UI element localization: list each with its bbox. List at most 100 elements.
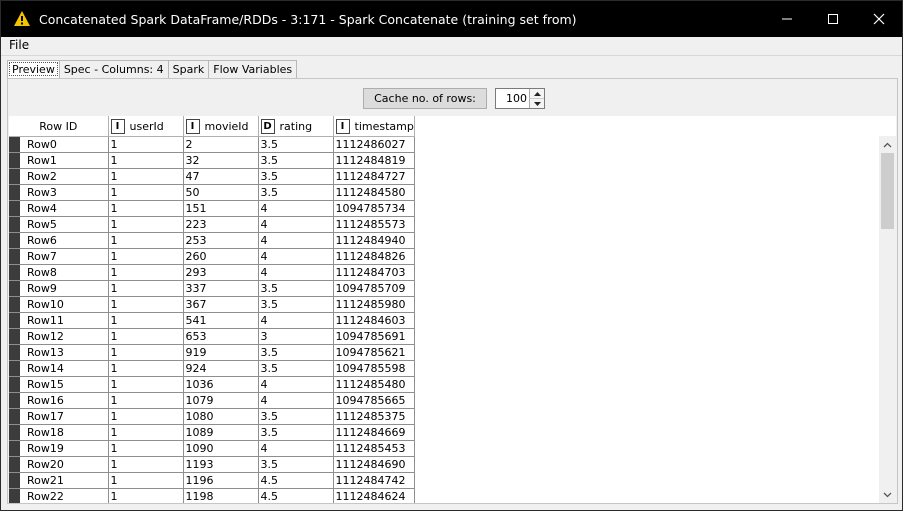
movieid-cell[interactable]: 653 [183,328,259,345]
movieid-cell[interactable]: 293 [183,264,259,281]
userid-cell[interactable]: 1 [108,232,184,249]
rating-cell[interactable]: 3.5 [258,408,334,425]
movieid-cell[interactable]: 253 [183,232,259,249]
table-row[interactable]: Row9 1 337 3.5 1094785709 [9,280,415,297]
movieid-cell[interactable]: 1036 [183,376,259,393]
column-header-rowid[interactable]: Row ID [9,116,109,137]
movieid-cell[interactable]: 1079 [183,392,259,409]
movieid-cell[interactable]: 1080 [183,408,259,425]
rating-cell[interactable]: 3.5 [258,168,334,185]
userid-cell[interactable]: 1 [108,280,184,297]
userid-cell[interactable]: 1 [108,456,184,473]
row-id-cell[interactable]: Row18 [9,424,109,441]
timestamp-cell[interactable]: 1112485375 [333,408,415,425]
movieid-cell[interactable]: 1089 [183,424,259,441]
row-id-cell[interactable]: Row10 [9,296,109,313]
movieid-cell[interactable]: 337 [183,280,259,297]
rating-cell[interactable]: 3 [258,328,334,345]
movieid-cell[interactable]: 260 [183,248,259,265]
minimize-button[interactable] [764,1,810,37]
table-row[interactable]: Row8 1 293 4 1112484703 [9,264,415,281]
timestamp-cell[interactable]: 1094785665 [333,392,415,409]
table-row[interactable]: Row1 1 32 3.5 1112484819 [9,152,415,169]
timestamp-cell[interactable]: 1094785734 [333,200,415,217]
spinner-down-button[interactable] [529,99,544,108]
column-header-timestamp[interactable]: Itimestamp [333,116,415,137]
userid-cell[interactable]: 1 [108,472,184,489]
timestamp-cell[interactable]: 1112485480 [333,376,415,393]
row-id-cell[interactable]: Row1 [9,152,109,169]
row-id-cell[interactable]: Row0 [9,136,109,153]
column-header-movieid[interactable]: ImovieId [183,116,259,137]
rating-cell[interactable]: 3.5 [258,152,334,169]
row-id-cell[interactable]: Row19 [9,440,109,457]
timestamp-cell[interactable]: 1112484624 [333,488,415,503]
userid-cell[interactable]: 1 [108,408,184,425]
timestamp-cell[interactable]: 1112486027 [333,136,415,153]
table-row[interactable]: Row10 1 367 3.5 1112485980 [9,296,415,313]
timestamp-cell[interactable]: 1112484742 [333,472,415,489]
rating-cell[interactable]: 3.5 [258,136,334,153]
userid-cell[interactable]: 1 [108,424,184,441]
userid-cell[interactable]: 1 [108,136,184,153]
userid-cell[interactable]: 1 [108,248,184,265]
movieid-cell[interactable]: 541 [183,312,259,329]
row-id-cell[interactable]: Row14 [9,360,109,377]
row-id-cell[interactable]: Row13 [9,344,109,361]
rating-cell[interactable]: 4.5 [258,472,334,489]
rating-cell[interactable]: 3.5 [258,424,334,441]
userid-cell[interactable]: 1 [108,392,184,409]
userid-cell[interactable]: 1 [108,168,184,185]
movieid-cell[interactable]: 1090 [183,440,259,457]
table-row[interactable]: Row16 1 1079 4 1094785665 [9,392,415,409]
timestamp-cell[interactable]: 1112484727 [333,168,415,185]
timestamp-cell[interactable]: 1112484690 [333,456,415,473]
row-id-cell[interactable]: Row9 [9,280,109,297]
table-row[interactable]: Row14 1 924 3.5 1094785598 [9,360,415,377]
row-id-cell[interactable]: Row11 [9,312,109,329]
rating-cell[interactable]: 3.5 [258,360,334,377]
rating-cell[interactable]: 4 [258,392,334,409]
row-id-cell[interactable]: Row20 [9,456,109,473]
scroll-down-button[interactable] [879,486,896,503]
maximize-button[interactable] [810,1,856,37]
userid-cell[interactable]: 1 [108,376,184,393]
vertical-scrollbar[interactable] [879,136,896,503]
rating-cell[interactable]: 3.5 [258,296,334,313]
timestamp-cell[interactable]: 1112484703 [333,264,415,281]
table-row[interactable]: Row15 1 1036 4 1112485480 [9,376,415,393]
table-row[interactable]: Row22 1 1198 4.5 1112484624 [9,488,415,503]
timestamp-cell[interactable]: 1112485980 [333,296,415,313]
row-id-cell[interactable]: Row12 [9,328,109,345]
cache-rows-value[interactable]: 100 [506,92,527,105]
userid-cell[interactable]: 1 [108,184,184,201]
table-row[interactable]: Row11 1 541 4 1112484603 [9,312,415,329]
row-id-cell[interactable]: Row16 [9,392,109,409]
timestamp-cell[interactable]: 1112484580 [333,184,415,201]
userid-cell[interactable]: 1 [108,296,184,313]
row-id-cell[interactable]: Row7 [9,248,109,265]
table-row[interactable]: Row6 1 253 4 1112484940 [9,232,415,249]
table-row[interactable]: Row7 1 260 4 1112484826 [9,248,415,265]
userid-cell[interactable]: 1 [108,488,184,503]
table-row[interactable]: Row17 1 1080 3.5 1112485375 [9,408,415,425]
timestamp-cell[interactable]: 1112484603 [333,312,415,329]
timestamp-cell[interactable]: 1094785709 [333,280,415,297]
movieid-cell[interactable]: 1193 [183,456,259,473]
table-row[interactable]: Row21 1 1196 4.5 1112484742 [9,472,415,489]
rating-cell[interactable]: 3.5 [258,344,334,361]
movieid-cell[interactable]: 151 [183,200,259,217]
movieid-cell[interactable]: 1198 [183,488,259,503]
timestamp-cell[interactable]: 1094785621 [333,344,415,361]
table-row[interactable]: Row12 1 653 3 1094785691 [9,328,415,345]
tab-spec[interactable]: Spec - Columns: 4 [58,60,169,78]
tab-preview[interactable]: Preview [7,60,60,78]
tab-spark[interactable]: Spark [167,60,210,78]
movieid-cell[interactable]: 47 [183,168,259,185]
movieid-cell[interactable]: 919 [183,344,259,361]
table-row[interactable]: Row19 1 1090 4 1112485453 [9,440,415,457]
timestamp-cell[interactable]: 1112485453 [333,440,415,457]
row-id-cell[interactable]: Row8 [9,264,109,281]
timestamp-cell[interactable]: 1112484940 [333,232,415,249]
scrollbar-thumb[interactable] [881,153,894,229]
